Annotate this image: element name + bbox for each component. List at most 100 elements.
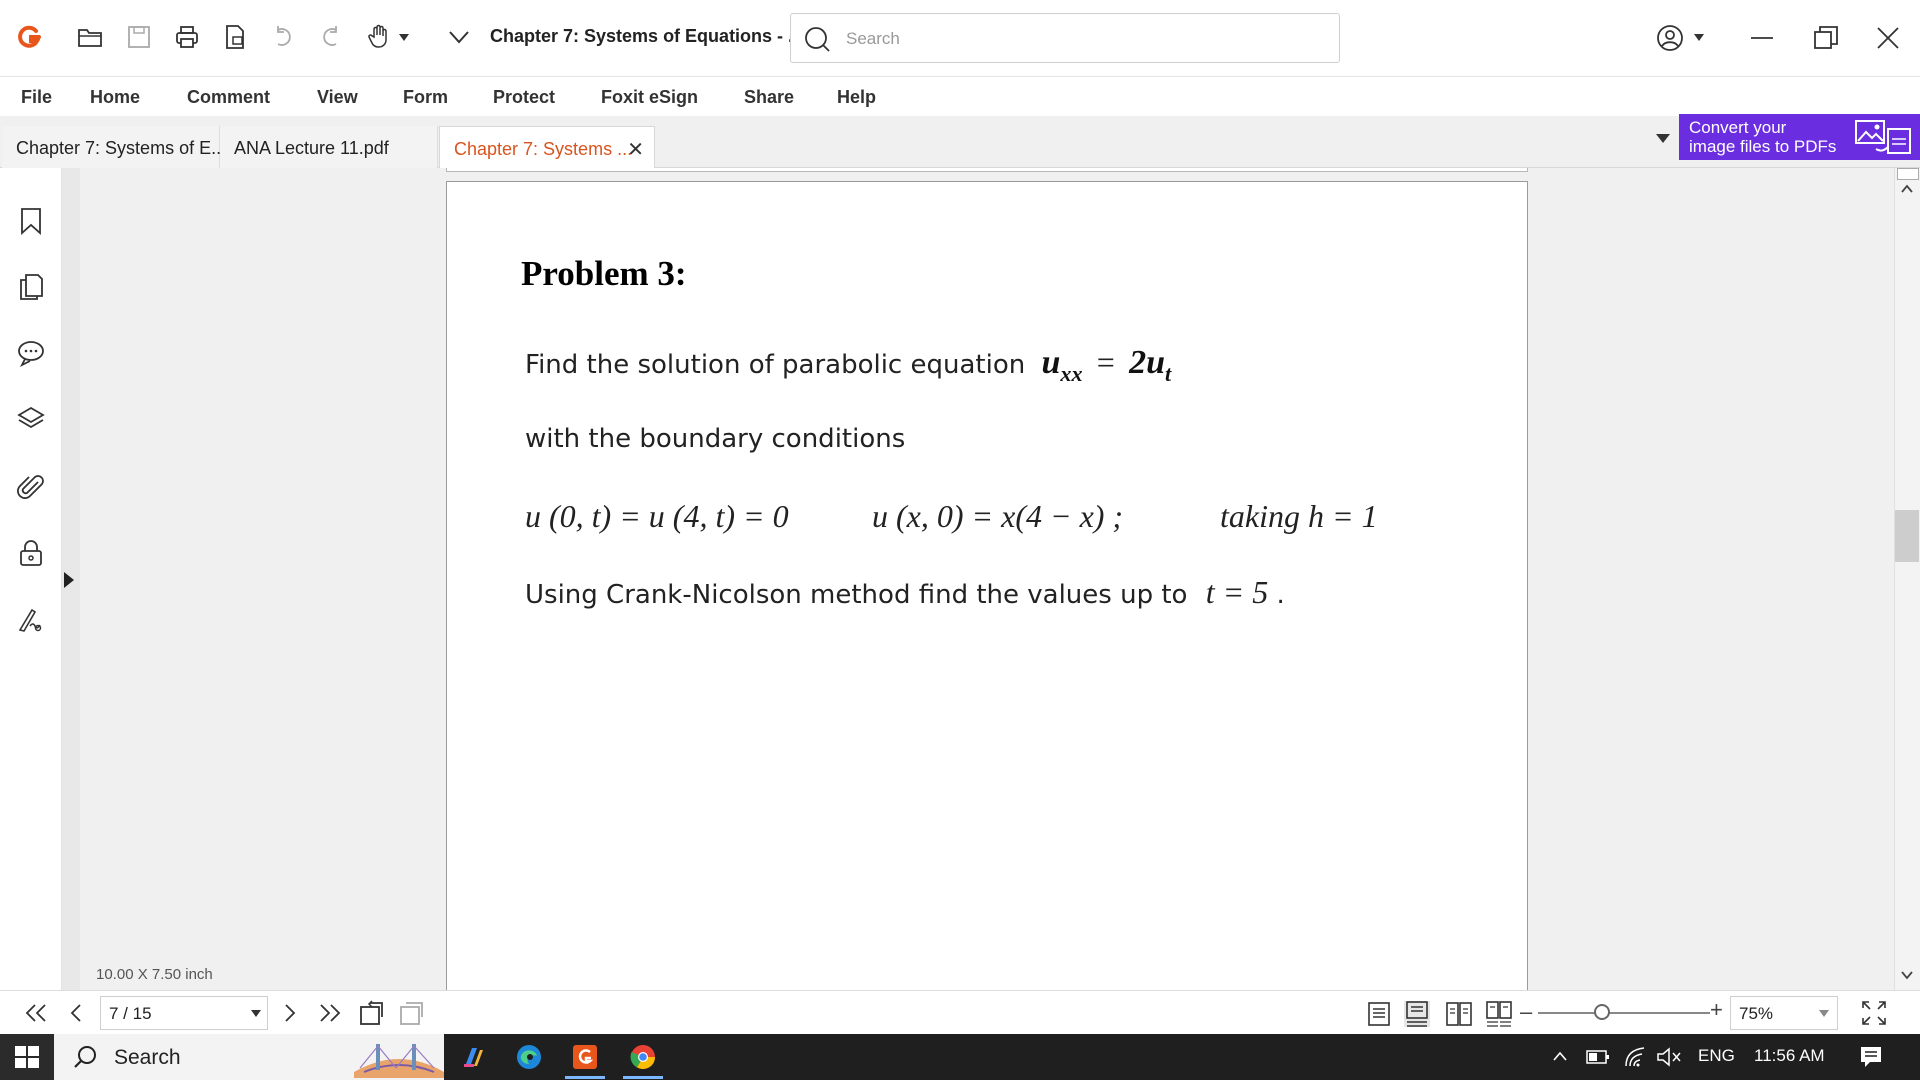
promo-line1: Convert your xyxy=(1689,118,1787,137)
language-indicator[interactable]: ENG xyxy=(1698,1046,1735,1066)
menu-file[interactable]: File xyxy=(21,87,52,108)
left-navigation-panel xyxy=(0,168,62,990)
layers-icon[interactable] xyxy=(14,402,48,436)
previous-page-edge xyxy=(446,168,1528,172)
scroll-up-icon[interactable] xyxy=(1900,182,1914,196)
image-to-pdf-icon xyxy=(1855,120,1911,154)
start-button[interactable] xyxy=(0,1034,54,1080)
tab-label: Chapter 7: Systems ... xyxy=(454,139,633,159)
tab-bar: Chapter 7: Systems of E... ANA Lecture 1… xyxy=(0,116,1920,168)
menu-help[interactable]: Help xyxy=(837,87,876,108)
previous-page-icon[interactable] xyxy=(68,1003,84,1023)
equation-intro-text: Find the solution of parabolic equation xyxy=(525,350,1026,380)
tab-list-dropdown-icon[interactable] xyxy=(1656,134,1670,143)
search-highlight-bridge-icon xyxy=(354,1044,444,1078)
previous-view-icon[interactable] xyxy=(358,999,386,1027)
tab-chapter7-first[interactable]: Chapter 7: Systems of E... xyxy=(2,126,226,168)
facing-view-icon[interactable] xyxy=(1446,1001,1472,1027)
comments-icon[interactable] xyxy=(14,336,48,370)
bookmark-icon[interactable] xyxy=(14,204,48,238)
zoom-in-button[interactable]: + xyxy=(1710,997,1723,1023)
equation-lhs-var: u xyxy=(1041,344,1061,381)
zoom-out-button[interactable]: – xyxy=(1520,999,1532,1025)
scrollbar-thumb[interactable] xyxy=(1895,510,1919,562)
equation-rhs-sub: t xyxy=(1165,360,1172,386)
tab-ana-lecture[interactable]: ANA Lecture 11.pdf xyxy=(220,126,438,168)
expand-panel-arrow-icon[interactable] xyxy=(64,572,74,588)
equation-rhs: 2ut xyxy=(1129,344,1171,386)
search-input[interactable]: Search xyxy=(790,13,1340,63)
first-page-icon[interactable] xyxy=(24,1003,48,1023)
continuous-view-icon[interactable] xyxy=(1404,1001,1430,1027)
attachments-icon[interactable] xyxy=(14,470,48,504)
single-page-view-icon[interactable] xyxy=(1366,1001,1392,1027)
edge-browser-icon[interactable] xyxy=(512,1040,546,1074)
account-icon[interactable] xyxy=(1650,20,1690,56)
page-indicator: 7 / 15 xyxy=(109,1004,152,1023)
next-page-icon[interactable] xyxy=(282,1003,298,1023)
continuous-facing-view-icon[interactable] xyxy=(1486,1001,1512,1027)
zoom-slider[interactable] xyxy=(1538,1012,1710,1014)
menu-foxit-esign[interactable]: Foxit eSign xyxy=(601,87,698,108)
page-size-label: 10.00 X 7.50 inch xyxy=(96,966,213,983)
page-number-input[interactable]: 7 / 15 xyxy=(100,996,268,1030)
undo-icon[interactable] xyxy=(266,20,300,54)
vertical-scrollbar[interactable] xyxy=(1894,168,1920,990)
clock[interactable]: 11:56 AM xyxy=(1754,1046,1825,1066)
windows-taskbar: Search ENG 11:56 AM xyxy=(0,1034,1920,1080)
chrome-browser-icon[interactable] xyxy=(626,1040,660,1074)
security-icon[interactable] xyxy=(14,536,48,570)
pages-icon[interactable] xyxy=(14,270,48,304)
new-pdf-icon[interactable] xyxy=(218,20,252,54)
method-instruction: Using Crank-Nicolson method find the val… xyxy=(525,574,1285,611)
split-view-handle[interactable] xyxy=(1897,168,1919,180)
save-icon[interactable] xyxy=(122,20,156,54)
account-dropdown-icon[interactable] xyxy=(1694,34,1704,41)
open-folder-icon[interactable] xyxy=(73,20,107,54)
signature-icon[interactable] xyxy=(14,602,48,636)
page-dropdown-icon[interactable] xyxy=(251,1010,261,1017)
wifi-icon[interactable] xyxy=(1624,1046,1648,1068)
tab-chapter7-active[interactable]: Chapter 7: Systems ... ✕ xyxy=(439,126,655,168)
problem-title: Problem 3: xyxy=(521,254,687,293)
fullscreen-icon[interactable] xyxy=(1860,999,1888,1027)
foxit-taskbar-icon[interactable] xyxy=(568,1040,602,1074)
search-placeholder: Search xyxy=(846,29,900,48)
menu-protect[interactable]: Protect xyxy=(493,87,555,108)
notifications-icon[interactable] xyxy=(1858,1044,1884,1070)
zoom-dropdown-icon[interactable] xyxy=(1819,1010,1829,1017)
boundary-condition-1: u (0, t) = u (4, t) = 0 xyxy=(525,498,789,534)
equation-rhs-var: 2u xyxy=(1129,344,1165,381)
volume-muted-icon[interactable] xyxy=(1656,1046,1682,1068)
status-bar: 7 / 15 – + 75% xyxy=(0,990,1920,1034)
redo-icon[interactable] xyxy=(314,20,348,54)
hand-tool-icon[interactable] xyxy=(362,20,396,54)
pdf-page: Problem 3: Find the solution of paraboli… xyxy=(446,181,1528,990)
minimize-icon[interactable] xyxy=(1742,20,1782,56)
menu-comment[interactable]: Comment xyxy=(187,87,270,108)
last-page-icon[interactable] xyxy=(318,1003,342,1023)
menu-home[interactable]: Home xyxy=(90,87,140,108)
copilot-app-icon[interactable] xyxy=(456,1040,490,1074)
scroll-down-icon[interactable] xyxy=(1900,968,1914,982)
initial-condition: u (x, 0) = x(4 − x) ; xyxy=(872,498,1124,534)
print-icon[interactable] xyxy=(170,20,204,54)
zoom-level-input[interactable]: 75% xyxy=(1730,996,1838,1030)
foxit-logo-icon[interactable] xyxy=(12,20,46,54)
next-view-icon[interactable] xyxy=(398,999,426,1027)
battery-icon[interactable] xyxy=(1586,1048,1610,1066)
taskbar-search-box[interactable]: Search xyxy=(54,1034,444,1080)
document-title: Chapter 7: Systems of Equations - ... xyxy=(490,26,804,46)
zoom-slider-knob[interactable] xyxy=(1594,1004,1610,1020)
customize-dropdown-icon[interactable] xyxy=(442,20,476,54)
close-icon[interactable] xyxy=(1868,20,1908,56)
restore-icon[interactable] xyxy=(1806,20,1846,56)
hand-tool-dropdown-icon[interactable] xyxy=(399,34,409,41)
tab-close-icon[interactable]: ✕ xyxy=(627,137,644,162)
convert-images-promo-button[interactable]: Convert your image files to PDFs xyxy=(1679,114,1920,160)
show-hidden-icons-icon[interactable] xyxy=(1552,1050,1568,1062)
menu-view[interactable]: View xyxy=(317,87,358,108)
menu-form[interactable]: Form xyxy=(403,87,448,108)
menu-share[interactable]: Share xyxy=(744,87,794,108)
title-bar: Chapter 7: Systems of Equations - ... Se… xyxy=(0,0,1920,76)
